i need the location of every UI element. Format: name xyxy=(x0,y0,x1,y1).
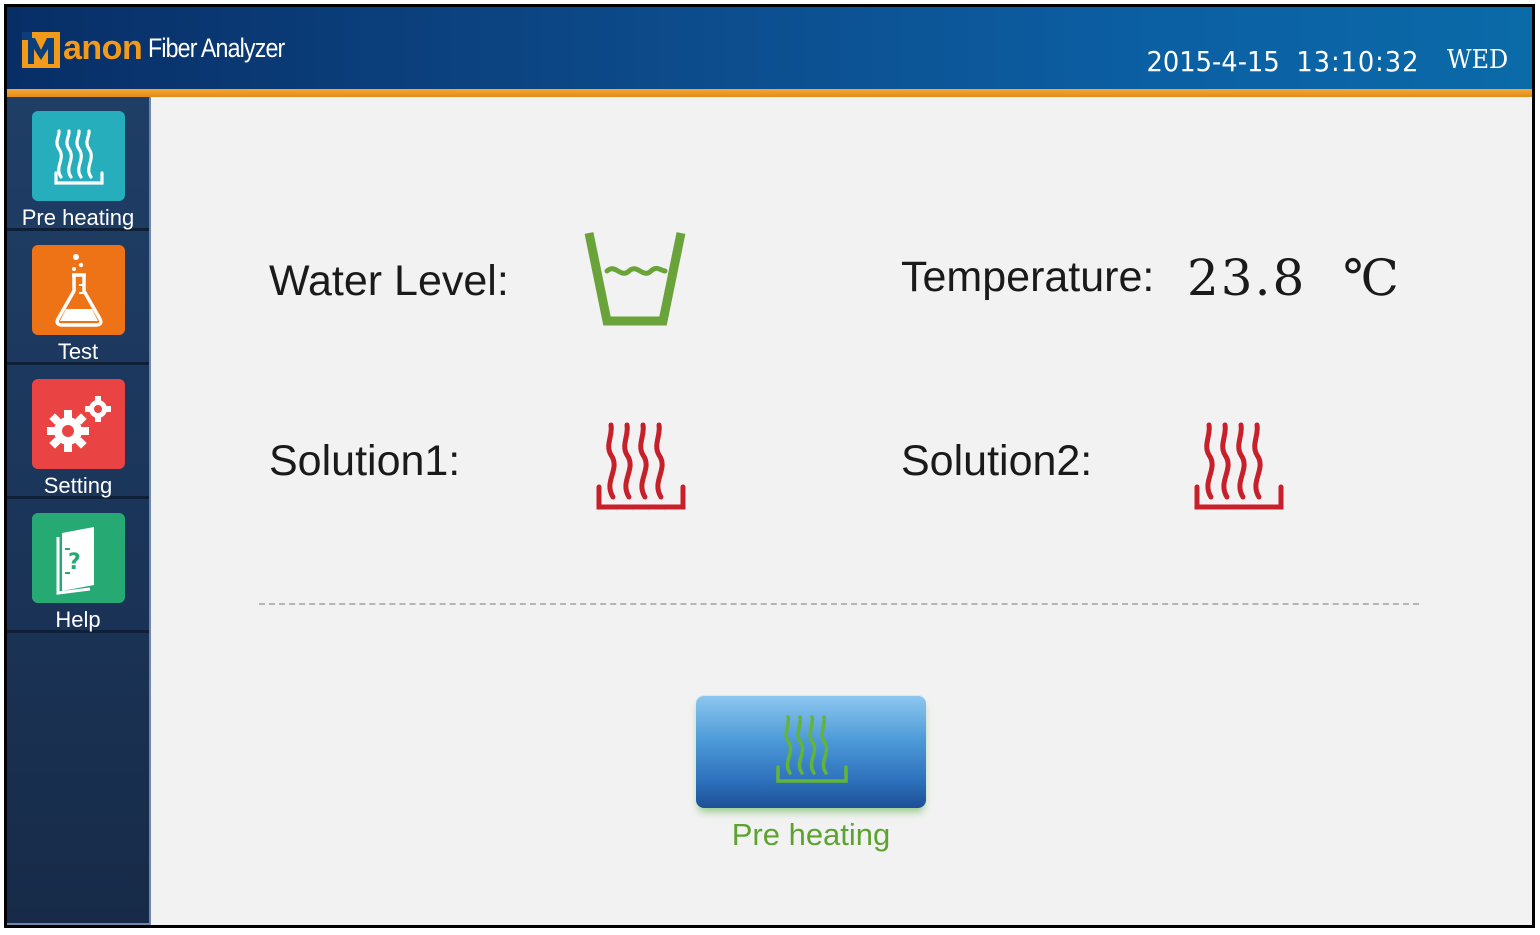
sidebar-item-label: Pre heating xyxy=(21,205,135,230)
temperature-label: Temperature: xyxy=(901,253,1155,301)
brand-name: anon xyxy=(63,28,143,67)
flask-icon xyxy=(32,245,125,335)
sidebar-item-label: Test xyxy=(57,339,99,364)
date-text: 2015-4-15 xyxy=(1146,45,1280,78)
header-accent-strip xyxy=(7,89,1532,97)
product-name: Fiber Analyzer xyxy=(148,32,285,63)
help-book-icon: ? xyxy=(32,513,125,603)
temperature-value: 23.8 xyxy=(1187,249,1307,307)
weekday-text: WED xyxy=(1446,45,1508,75)
sidebar-item-label: Help xyxy=(55,607,101,632)
svg-text:?: ? xyxy=(68,550,81,575)
header-bar: anon Fiber Analyzer 2015-4-15 13:10:32 W… xyxy=(7,7,1532,89)
logo-mark-icon xyxy=(22,32,60,68)
main-panel: Water Level: Temperature: 23.8 ℃ Solutio… xyxy=(153,97,1532,925)
sidebar-item-setting[interactable]: Setting xyxy=(7,365,149,499)
solution2-heater-icon xyxy=(1194,422,1284,510)
heating-icon xyxy=(776,715,848,783)
pre-heating-button[interactable] xyxy=(696,695,926,808)
sidebar-item-help[interactable]: ? Help xyxy=(7,499,149,633)
heating-icon xyxy=(32,111,125,201)
gears-icon xyxy=(32,379,125,469)
app-window: anon Fiber Analyzer 2015-4-15 13:10:32 W… xyxy=(4,4,1535,928)
water-level-label: Water Level: xyxy=(269,257,509,305)
time-text: 13:10:32 xyxy=(1296,45,1420,78)
sidebar-item-pre-heating[interactable]: Pre heating xyxy=(7,97,149,231)
solution1-label: Solution1: xyxy=(269,437,461,485)
sidebar: Pre heating Test Setting ? Help xyxy=(7,97,151,925)
pre-heating-button-label: Pre heating xyxy=(731,817,891,852)
section-divider xyxy=(259,603,1419,605)
temperature-unit: ℃ xyxy=(1343,249,1401,307)
datetime-display: 2015-4-15 13:10:32 WED xyxy=(1146,45,1508,78)
sidebar-item-test[interactable]: Test xyxy=(7,231,149,365)
solution2-label: Solution2: xyxy=(901,437,1093,485)
solution1-heater-icon xyxy=(596,422,686,510)
sidebar-item-label: Setting xyxy=(43,473,113,498)
brand-logo: anon Fiber Analyzer xyxy=(21,23,307,73)
water-cup-icon xyxy=(584,232,686,326)
